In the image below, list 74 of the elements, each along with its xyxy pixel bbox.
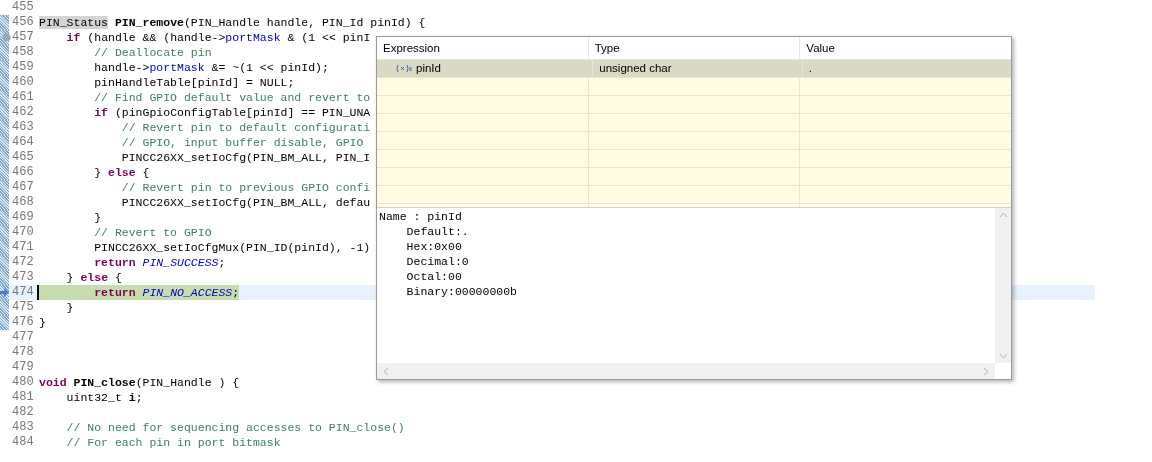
column-header[interactable]: Type	[588, 37, 801, 59]
column-header[interactable]: Expression	[377, 37, 589, 59]
code-line: uint32_t i;	[65, 390, 143, 405]
detail-line: Binary:00000000b	[405, 284, 519, 299]
line-number: 472	[12, 255, 34, 270]
code-line: // Revert pin to default configurati	[120, 120, 371, 135]
detail-line: Name : pinId	[379, 209, 463, 224]
variable-icon	[396, 64, 412, 73]
line-number: 477	[12, 330, 34, 345]
scroll-down-icon[interactable]	[998, 353, 1008, 359]
line-number: 475	[12, 300, 34, 315]
line-number: 479	[12, 360, 34, 375]
detail-line: Octal:00	[405, 269, 463, 284]
line-number: 471	[12, 240, 34, 255]
code-line: if (pinGpioConfigTable[pinId] == PIN_UNA	[93, 105, 371, 120]
line-number: 481	[12, 390, 34, 405]
code-line: // No need for sequencing accesses to PIN_close()	[65, 420, 405, 435]
code-line: // GPIO, input buffer disable, GPIO	[120, 135, 364, 150]
line-number: 459	[12, 60, 34, 75]
line-number: 466	[12, 165, 34, 180]
type-text: unsigned char	[599, 60, 672, 76]
code-line: PIN_Status PIN_remove(PIN_Handle handle, PIN_Id pinId) {	[39, 15, 426, 30]
detail-line: Default:.	[405, 224, 470, 239]
line-number: 469	[12, 210, 34, 225]
line-number: 474	[12, 285, 34, 300]
line-number: 462	[12, 105, 34, 120]
code-line: PINCC26XX_setIoCfgMux(PIN_ID(pinId), -1)	[93, 240, 371, 255]
line-number: 460	[12, 75, 34, 90]
line-number: 470	[12, 225, 34, 240]
vertical-scrollbar[interactable]	[995, 208, 1011, 363]
code-line: void PIN_close(PIN_Handle ) {	[39, 375, 240, 390]
line-number: 465	[12, 150, 34, 165]
code-line: }	[65, 300, 74, 315]
expression-name: pinId	[416, 60, 441, 76]
line-number: 468	[12, 195, 34, 210]
line-number: 456	[12, 15, 34, 30]
line-number: 464	[12, 135, 34, 150]
line-number: 455	[12, 0, 34, 15]
code-line: // For each pin in port bitmask	[65, 435, 281, 450]
code-line: handle->portMask &= ~(1 << pinId);	[93, 60, 329, 75]
scroll-left-icon[interactable]	[383, 366, 389, 376]
line-number: 457	[12, 30, 34, 45]
expression-row[interactable]: pinId unsigned char .	[377, 60, 1011, 78]
line-number: 484	[12, 435, 34, 450]
value-text: .	[808, 60, 812, 76]
line-number: 467	[12, 180, 34, 195]
line-number: 483	[12, 420, 34, 435]
line-number: 473	[12, 270, 34, 285]
code-line: }	[39, 315, 46, 330]
column-header[interactable]: Value	[800, 37, 1011, 59]
code-line: pinHandleTable[pinId] = NULL;	[93, 75, 295, 90]
code-line: } else {	[93, 165, 150, 180]
code-line: PINCC26XX_setIoCfg(PIN_BM_ALL, PIN_I	[120, 150, 371, 165]
code-line: // Revert pin to previous GPIO confi	[120, 180, 371, 195]
code-line: } else {	[65, 270, 122, 285]
scroll-right-icon[interactable]	[983, 366, 989, 376]
scroll-up-icon[interactable]	[998, 212, 1008, 218]
line-number: 480	[12, 375, 34, 390]
line-number: 463	[12, 120, 34, 135]
horizontal-scrollbar[interactable]	[377, 363, 995, 379]
line-number: 482	[12, 405, 34, 420]
line-number: 461	[12, 90, 34, 105]
code-line: PINCC26XX_setIoCfg(PIN_BM_ALL, defau	[120, 195, 371, 210]
code-line: // Revert to GPIO	[93, 225, 212, 240]
code-line: // Deallocate pin	[93, 45, 212, 60]
code-line: // Find GPIO default value and revert to	[93, 90, 371, 105]
detail-line: Decimal:0	[405, 254, 470, 269]
code-line: return PIN_SUCCESS;	[93, 255, 226, 270]
code-line: if (handle && (handle->portMask & (1 << pinI	[65, 30, 371, 45]
line-number: 478	[12, 345, 34, 360]
line-number: 458	[12, 45, 34, 60]
detail-line: Hex:0x00	[405, 239, 463, 254]
code-line: }	[93, 210, 102, 225]
line-number: 476	[12, 315, 34, 330]
